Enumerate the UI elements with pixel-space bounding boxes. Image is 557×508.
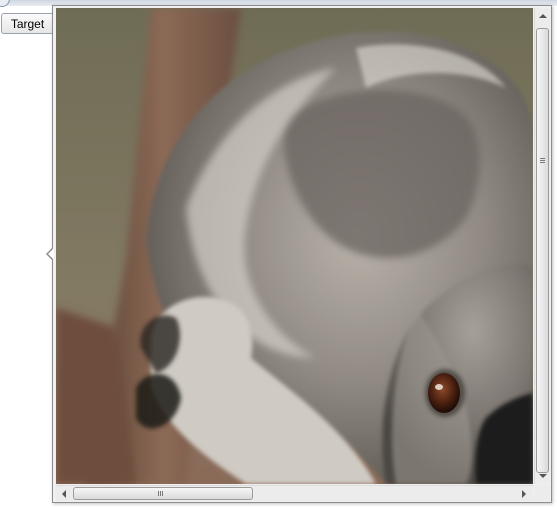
grip-icon (540, 160, 545, 161)
grip-icon (540, 158, 545, 159)
scroll-left-arrow-icon[interactable] (62, 490, 66, 498)
popup-pointer-inner (48, 248, 54, 260)
vertical-scrollbar[interactable] (534, 8, 550, 484)
grip-icon (158, 491, 159, 496)
horizontal-scrollbar[interactable] (56, 485, 533, 501)
scroll-up-arrow-icon[interactable] (539, 14, 547, 18)
image-popup (52, 5, 552, 503)
scroll-down-arrow-icon[interactable] (539, 474, 547, 478)
vertical-scroll-thumb[interactable] (536, 28, 549, 473)
target-button[interactable]: Target (1, 13, 54, 34)
koala-image (56, 8, 533, 484)
scrollbar-corner (534, 485, 550, 501)
scroll-right-arrow-icon[interactable] (522, 490, 526, 498)
grip-icon (162, 491, 163, 496)
horizontal-scroll-thumb[interactable] (73, 487, 253, 500)
window-corner-icon (0, 0, 10, 7)
image-viewport[interactable] (56, 8, 533, 484)
grip-icon (160, 491, 161, 496)
grip-icon (540, 162, 545, 163)
